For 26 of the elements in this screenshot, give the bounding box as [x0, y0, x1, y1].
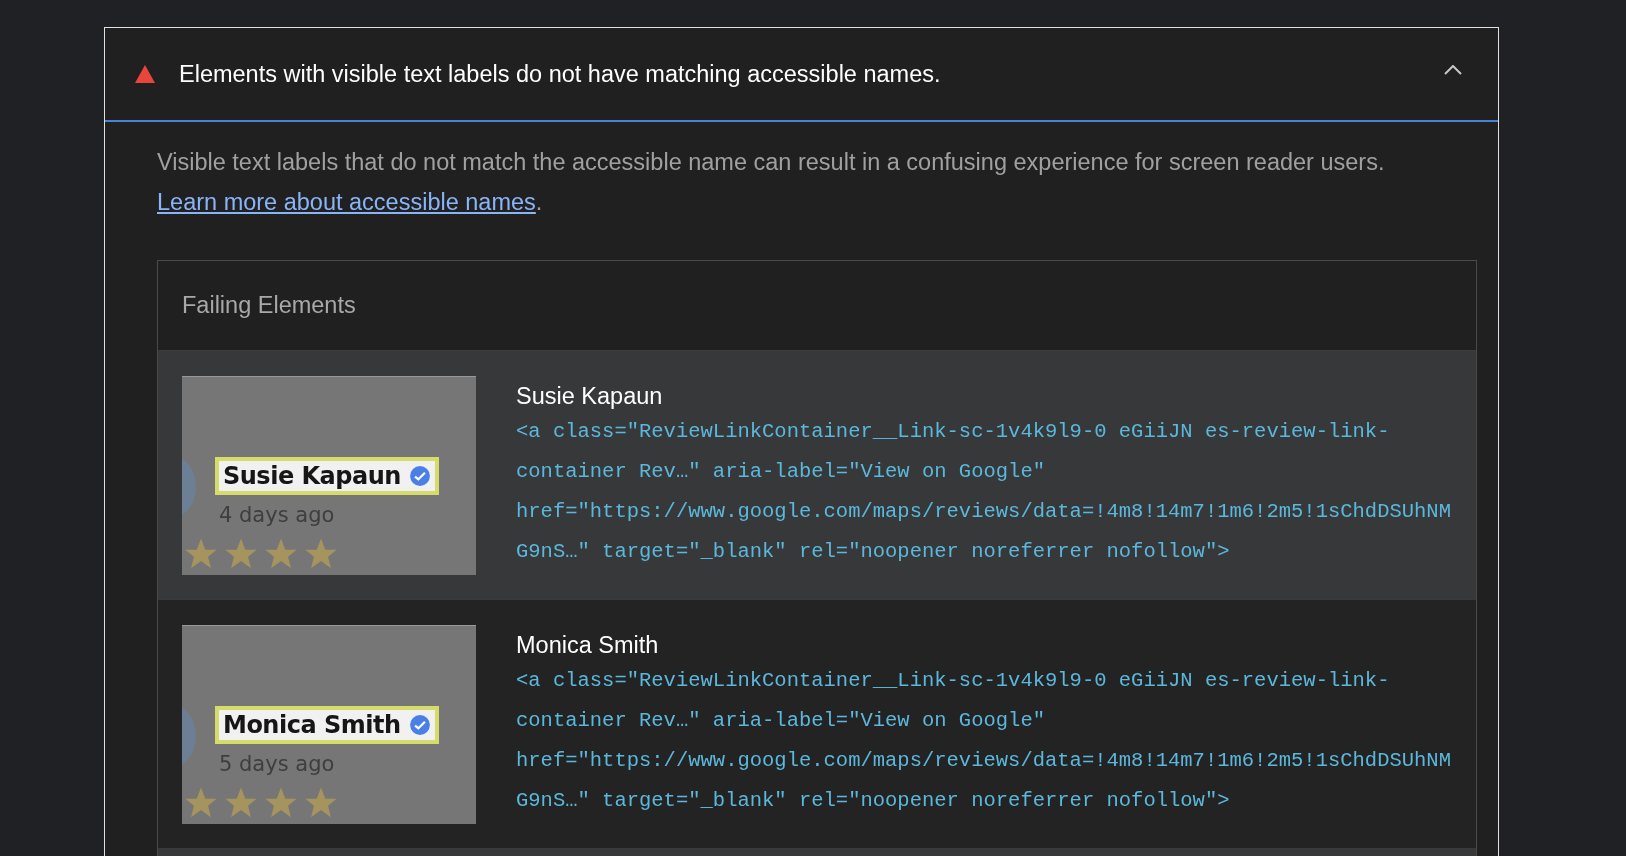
- star-icon: [184, 537, 218, 571]
- chevron-icon[interactable]: [1444, 65, 1462, 75]
- review-time: 4 days ago: [219, 503, 335, 527]
- star-icon: [264, 537, 298, 571]
- audit-description: Visible text labels that do not match the accessible name can result in a confusing experience for screen reader users.: [157, 148, 1386, 177]
- element-label: Monica Smith: [516, 631, 660, 659]
- star-icon: [304, 537, 338, 571]
- element-html-snippet: <a class="ReviewLinkContainer__Link-sc-1v4k9l9-0 eGiiJN es-review-link- container Rev…" aria-label="View on Google" href="https://www.google.com/maps/reviews/data=!4m8!14m7!1m6!2m5!1sChdDSUhNM G9nS…" target="_blank" rel="noopener noreferrer nofollow">: [516, 668, 1451, 814]
- verified-badge-icon: [408, 714, 431, 736]
- audit-title: Elements with visible text labels do not have matching accessible names.: [179, 60, 942, 88]
- star-icon: [304, 786, 338, 820]
- element-label: Susie Kapaun: [516, 382, 664, 410]
- star-icon: [184, 786, 218, 820]
- review-time: 5 days ago: [219, 752, 335, 776]
- table-heading: Failing Elements: [182, 292, 356, 319]
- star-icon: [264, 786, 298, 820]
- link-period: .: [535, 189, 543, 215]
- star-icon: [224, 786, 258, 820]
- reviewer-name: Monica Smith: [223, 711, 401, 739]
- verified-badge-icon: [408, 465, 431, 487]
- reviewer-name: Susie Kapaun: [223, 462, 401, 490]
- element-html-snippet: <a class="ReviewLinkContainer__Link-sc-1v4k9l9-0 eGiiJN es-review-link- container Rev…" aria-label="View on Google" href="https://www.google.com/maps/reviews/data=!4m8!14m7!1m6!2m5!1sChdDSUhNM G9nS…" target="_blank" rel="noopener noreferrer nofollow">: [516, 419, 1451, 565]
- failing-element-row[interactable]: [158, 351, 1476, 600]
- star-icon: [224, 537, 258, 571]
- warning-triangle-icon: [135, 65, 155, 83]
- learn-more-link[interactable]: Learn more about accessible names: [157, 189, 536, 215]
